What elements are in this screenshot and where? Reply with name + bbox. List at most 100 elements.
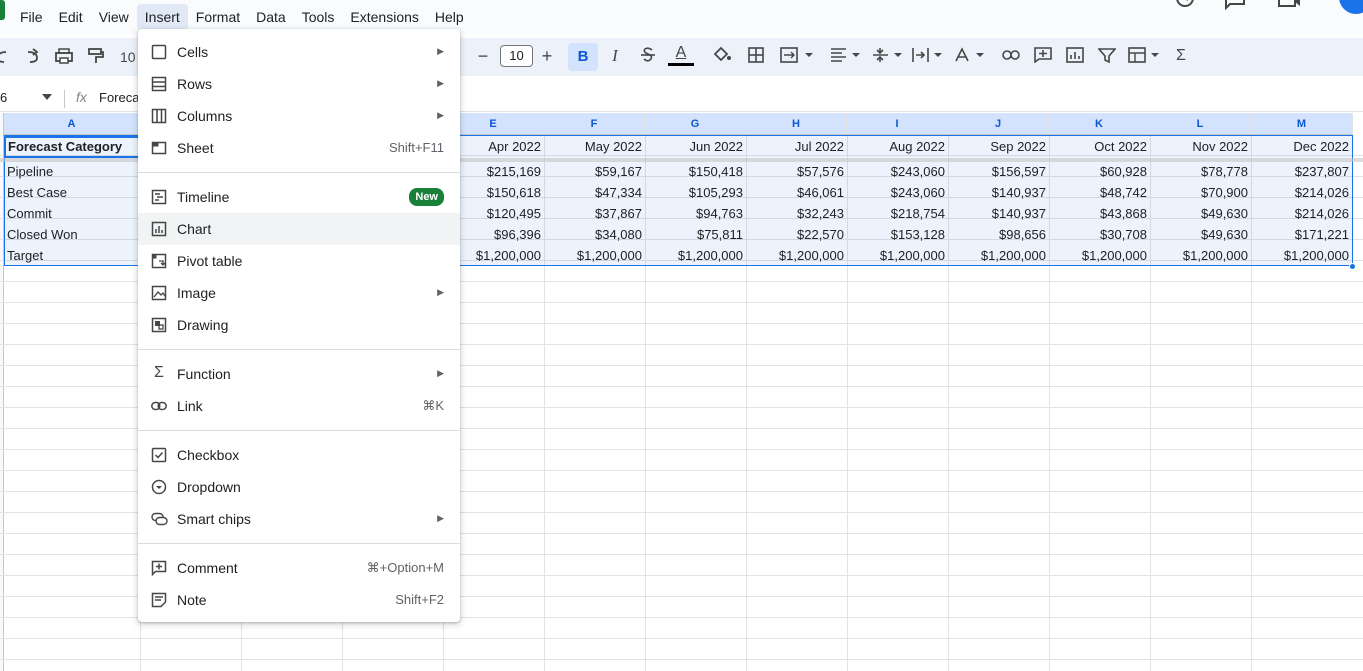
cell-header-month[interactable]: Dec 2022 <box>1251 136 1349 157</box>
cell-value[interactable]: $153,128 <box>847 224 945 245</box>
insert-chart-icon[interactable] <box>1066 47 1084 69</box>
menu-data[interactable]: Data <box>248 4 294 30</box>
cell-header-month[interactable]: Oct 2022 <box>1049 136 1147 157</box>
avatar[interactable] <box>1339 0 1363 14</box>
column-header-j[interactable]: J <box>948 113 1049 135</box>
cell-value[interactable]: $59,167 <box>544 161 642 182</box>
italic-button[interactable]: I <box>608 45 622 67</box>
cell-header-month[interactable]: Sep 2022 <box>948 136 1046 157</box>
cell-category[interactable]: Target <box>7 245 137 266</box>
cell-header-month[interactable]: Jun 2022 <box>645 136 744 157</box>
cell-value[interactable]: $48,742 <box>1049 182 1147 203</box>
cell-value[interactable]: $105,293 <box>645 182 743 203</box>
cell-value[interactable]: $49,630 <box>1150 224 1248 245</box>
cell-category[interactable]: Closed Won <box>7 224 137 245</box>
cell-value[interactable]: $22,570 <box>746 224 844 245</box>
menu-edit[interactable]: Edit <box>51 4 91 30</box>
cell-value[interactable]: $60,928 <box>1049 161 1147 182</box>
print-icon[interactable] <box>55 48 73 70</box>
cell-value[interactable]: $1,200,000 <box>948 245 1046 266</box>
menu-tools[interactable]: Tools <box>294 4 343 30</box>
fill-color-icon[interactable] <box>712 45 732 67</box>
column-header-a[interactable]: A <box>4 113 140 135</box>
menu-view[interactable]: View <box>91 4 137 30</box>
cell-value[interactable]: $46,061 <box>746 182 844 203</box>
insert-link-icon[interactable] <box>1002 48 1020 70</box>
menu-file[interactable]: File <box>12 4 51 30</box>
column-header-k[interactable]: K <box>1049 113 1150 135</box>
cell-value[interactable]: $243,060 <box>847 161 945 182</box>
menu-item-comment[interactable]: Comment ⌘+Option+M <box>138 552 460 584</box>
column-header-l[interactable]: L <box>1150 113 1251 135</box>
insert-comment-icon[interactable] <box>1034 47 1052 69</box>
cell-value[interactable]: $47,334 <box>544 182 642 203</box>
cell-value[interactable]: $1,200,000 <box>847 245 945 266</box>
menu-item-sheet[interactable]: Sheet Shift+F11 <box>138 132 460 164</box>
decrease-font-size-icon[interactable]: − <box>476 45 490 67</box>
increase-font-size-icon[interactable]: + <box>540 45 554 67</box>
cell-value[interactable]: $1,200,000 <box>746 245 844 266</box>
cell-value[interactable]: $78,778 <box>1150 161 1248 182</box>
name-box-dropdown-icon[interactable] <box>42 94 52 100</box>
column-header-f[interactable]: F <box>544 113 645 135</box>
filter-views-icon[interactable] <box>1128 47 1160 69</box>
functions-icon[interactable]: Σ <box>1174 45 1188 67</box>
column-header-i[interactable]: I <box>847 113 948 135</box>
menu-item-dropdown[interactable]: Dropdown <box>138 471 460 503</box>
cell-value[interactable]: $140,937 <box>948 203 1046 224</box>
cell-header-month[interactable]: Aug 2022 <box>847 136 945 157</box>
menu-item-columns[interactable]: Columns ▶ <box>138 100 460 132</box>
text-wrapping-icon[interactable] <box>912 47 942 69</box>
cell-value[interactable]: $37,867 <box>544 203 642 224</box>
cell-value[interactable]: $70,900 <box>1150 182 1248 203</box>
selection-fill-handle[interactable] <box>1349 263 1356 270</box>
cell-header-category[interactable]: Forecast Category <box>4 136 141 158</box>
filter-icon[interactable] <box>1098 47 1116 69</box>
menu-item-function[interactable]: Σ Function ▶ <box>138 358 460 390</box>
menu-item-checkbox[interactable]: Checkbox <box>138 439 460 471</box>
menu-item-link[interactable]: Link ⌘K <box>138 390 460 422</box>
menu-item-image[interactable]: Image ▶ <box>138 277 460 309</box>
cell-value[interactable]: $57,576 <box>746 161 844 182</box>
text-rotation-icon[interactable] <box>954 47 984 69</box>
cell-value[interactable]: $98,656 <box>948 224 1046 245</box>
menu-format[interactable]: Format <box>188 4 248 30</box>
cell-value[interactable]: $237,807 <box>1251 161 1349 182</box>
cell-value[interactable]: $140,937 <box>948 182 1046 203</box>
merge-cells-icon[interactable] <box>780 47 814 69</box>
cell-value[interactable]: $218,754 <box>847 203 945 224</box>
paint-format-icon[interactable] <box>88 48 104 70</box>
cell-value[interactable]: $156,597 <box>948 161 1046 182</box>
menu-insert[interactable]: Insert <box>136 4 188 30</box>
cell-value[interactable]: $94,763 <box>645 203 743 224</box>
menu-item-chart[interactable]: Chart <box>138 213 460 245</box>
cell-value[interactable]: $49,630 <box>1150 203 1248 224</box>
cell-category[interactable]: Pipeline <box>7 161 137 182</box>
menu-item-timeline[interactable]: Timeline New <box>138 181 460 213</box>
menu-item-rows[interactable]: Rows ▶ <box>138 68 460 100</box>
bold-button[interactable]: B <box>568 43 598 71</box>
horizontal-align-icon[interactable] <box>830 47 860 69</box>
cell-value[interactable]: $32,243 <box>746 203 844 224</box>
cell-value[interactable]: $34,080 <box>544 224 642 245</box>
version-history-icon[interactable] <box>1174 0 1196 12</box>
cell-value[interactable]: $214,026 <box>1251 203 1349 224</box>
menu-item-pivot-table[interactable]: Pivot table <box>138 245 460 277</box>
cell-header-month[interactable]: May 2022 <box>544 136 642 157</box>
cell-header-month[interactable]: Jul 2022 <box>746 136 844 157</box>
undo-icon[interactable] <box>0 48 10 70</box>
column-header-h[interactable]: H <box>746 113 847 135</box>
cell-category[interactable]: Commit <box>7 203 137 224</box>
menu-extensions[interactable]: Extensions <box>342 4 426 30</box>
vertical-align-icon[interactable] <box>872 47 902 69</box>
font-size-input[interactable]: 10 <box>500 45 533 67</box>
cell-value[interactable]: $214,026 <box>1251 182 1349 203</box>
cell-value[interactable]: $30,708 <box>1049 224 1147 245</box>
cell-header-month[interactable]: Nov 2022 <box>1150 136 1248 157</box>
cell-value[interactable]: $171,221 <box>1251 224 1349 245</box>
zoom-select[interactable]: 10 <box>120 46 138 68</box>
text-color-icon[interactable]: A <box>668 44 694 66</box>
cell-category[interactable]: Best Case <box>7 182 137 203</box>
cell-value[interactable]: $1,200,000 <box>645 245 743 266</box>
column-header-m[interactable]: M <box>1251 113 1353 135</box>
